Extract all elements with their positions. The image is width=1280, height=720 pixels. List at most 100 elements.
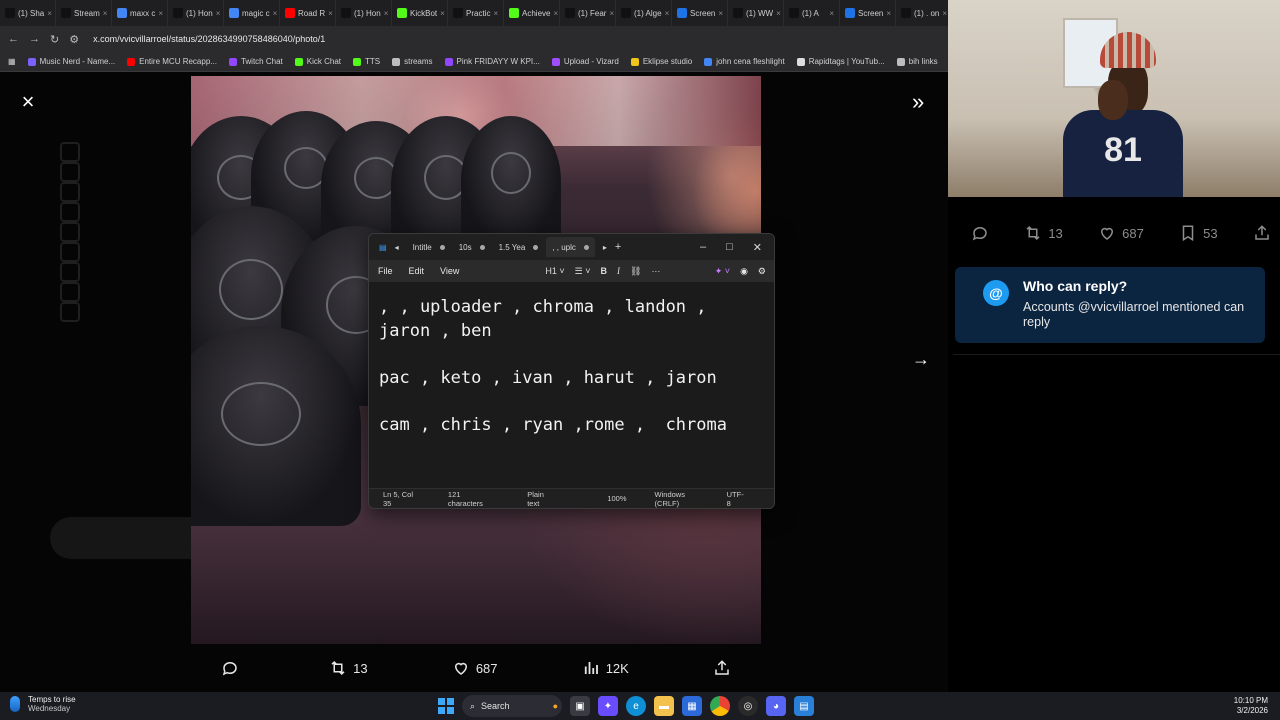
chrome-icon[interactable] xyxy=(710,696,730,716)
maximize-icon[interactable]: □ xyxy=(726,241,733,254)
close-tab-icon[interactable]: × xyxy=(273,9,278,18)
weather-widget[interactable]: Temps to rise Wednesday xyxy=(10,695,76,713)
notepad-taskbar-icon[interactable]: ▤ xyxy=(794,696,814,716)
next-photo-icon[interactable]: → xyxy=(912,349,930,370)
copilot-icon[interactable]: ✦ ˅ xyxy=(715,266,730,277)
url-field[interactable]: x.com/vvicvillarroel/status/202863499075… xyxy=(93,34,325,44)
browser-tab[interactable]: Screen × xyxy=(672,0,728,26)
browser-tab[interactable]: Achieve × xyxy=(504,0,560,26)
like-button[interactable]: 687 xyxy=(452,659,498,677)
close-tab-icon[interactable]: × xyxy=(493,9,498,18)
notepad-tab[interactable]: Intitle xyxy=(407,237,451,257)
bookmark-item[interactable]: bih links xyxy=(896,57,938,66)
browser-tab[interactable]: (1) Sha × xyxy=(0,0,56,26)
close-tab-icon[interactable]: × xyxy=(216,9,221,18)
close-tab-icon[interactable]: × xyxy=(718,9,723,18)
share-button[interactable] xyxy=(713,659,731,677)
link-icon[interactable]: ⛓ xyxy=(630,266,641,277)
menu-file[interactable]: File xyxy=(378,266,393,276)
status-format[interactable]: Plain text xyxy=(527,490,555,508)
expand-sidebar-icon[interactable]: » xyxy=(912,91,924,113)
close-tab-icon[interactable]: × xyxy=(942,9,947,18)
browser-tab[interactable]: Road R × xyxy=(280,0,336,26)
browser-tab[interactable]: (1) Hon × xyxy=(336,0,392,26)
obs-icon[interactable]: ◎ xyxy=(738,696,758,716)
back-icon[interactable]: ← xyxy=(8,33,19,45)
site-info-icon[interactable]: ⚙ xyxy=(69,33,79,46)
close-tab-icon[interactable]: × xyxy=(609,9,614,18)
list-icon[interactable]: ☰ ˅ xyxy=(575,266,591,277)
windows-start-icon[interactable] xyxy=(438,698,454,714)
tab-scroll-right-icon[interactable]: ▸ xyxy=(603,243,607,252)
close-tab-icon[interactable]: × xyxy=(886,9,891,18)
side-bookmark-button[interactable]: 53 xyxy=(1179,224,1218,242)
browser-tab[interactable]: (1) Fear × xyxy=(560,0,616,26)
browser-tab[interactable]: Screen × xyxy=(840,0,896,26)
browser-tab[interactable]: Stream × xyxy=(56,0,112,26)
notepad-tab[interactable]: 1.5 Yea xyxy=(493,237,545,257)
side-share-button[interactable] xyxy=(1253,224,1271,242)
tab-scroll-left-icon[interactable]: ◂ xyxy=(395,243,399,252)
browser-tab[interactable]: (1) . on × xyxy=(896,0,948,26)
settings-gear-icon[interactable]: ⚙ xyxy=(758,266,766,277)
bookmark-item[interactable]: Twitch Chat xyxy=(228,57,283,66)
close-tab-icon[interactable]: × xyxy=(384,9,389,18)
reply-button[interactable] xyxy=(221,659,245,677)
close-photo-icon[interactable]: × xyxy=(18,91,38,113)
system-clock[interactable]: 10:10 PM 3/2/2026 xyxy=(1234,696,1268,716)
new-tab-icon[interactable]: + xyxy=(615,241,621,253)
side-reply-button[interactable] xyxy=(971,224,989,242)
browser-tab[interactable]: (1) Hon × xyxy=(168,0,224,26)
store-icon[interactable]: ▦ xyxy=(682,696,702,716)
taskbar-search[interactable]: ⌕ Search ● xyxy=(462,695,562,717)
notepad-tab[interactable]: , , uplc xyxy=(546,237,595,257)
close-tab-icon[interactable]: × xyxy=(158,9,163,18)
account-icon[interactable]: ◉ xyxy=(740,266,748,277)
bookmark-item[interactable]: Music Nerd - Name... xyxy=(27,57,115,66)
bookmark-item[interactable]: Upload - Vizard xyxy=(551,57,619,66)
browser-tab[interactable]: maxx c × xyxy=(112,0,168,26)
notepad-window[interactable]: ▤ ◂ Intitle 10s 1.5 Yea, , uplc ▸ + – □ ✕ … xyxy=(368,233,775,509)
notepad-text-area[interactable]: , , uploader , chroma , landon , jaron , … xyxy=(369,282,774,490)
bookmark-item[interactable]: Eklipse studio xyxy=(630,57,692,66)
bookmark-item[interactable]: Kick Chat xyxy=(294,57,341,66)
more-icon[interactable]: ··· xyxy=(651,266,660,276)
forward-icon[interactable]: → xyxy=(29,33,40,45)
task-view-icon[interactable]: ▣ xyxy=(570,696,590,716)
status-line-ending[interactable]: Windows (CRLF) xyxy=(655,490,707,508)
heading-dropdown[interactable]: H1 ˅ xyxy=(545,266,564,276)
repost-button[interactable]: 13 xyxy=(329,659,368,677)
close-tab-icon[interactable]: × xyxy=(440,9,445,18)
discord-icon[interactable]: ◕ xyxy=(766,696,786,716)
browser-tab[interactable]: (1) WW × xyxy=(728,0,784,26)
close-tab-icon[interactable]: × xyxy=(829,9,834,18)
italic-icon[interactable]: I xyxy=(617,266,620,276)
menu-edit[interactable]: Edit xyxy=(409,266,425,276)
status-zoom[interactable]: 100% xyxy=(607,494,626,503)
bookmark-item[interactable]: streams xyxy=(392,57,433,66)
views-button[interactable]: 12K xyxy=(582,659,629,677)
apps-grid-icon[interactable]: ▦ xyxy=(8,57,16,66)
side-repost-button[interactable]: 13 xyxy=(1024,224,1063,242)
bold-icon[interactable]: B xyxy=(601,266,608,276)
side-like-button[interactable]: 687 xyxy=(1098,224,1144,242)
close-tab-icon[interactable]: × xyxy=(665,9,670,18)
browser-tab[interactable]: (1) A × xyxy=(784,0,840,26)
menu-view[interactable]: View xyxy=(440,266,459,276)
copilot-icon[interactable]: ✦ xyxy=(598,696,618,716)
bookmark-item[interactable]: john cena fleshlight xyxy=(704,57,785,66)
close-tab-icon[interactable]: × xyxy=(47,9,52,18)
bookmark-item[interactable]: TTS xyxy=(352,57,380,66)
reload-icon[interactable]: ↻ xyxy=(50,33,59,46)
bookmark-item[interactable]: Pink FRIDAYY W KPI... xyxy=(444,57,540,66)
minimize-icon[interactable]: – xyxy=(700,241,706,254)
bookmark-item[interactable]: Rapidtags | YouTub... xyxy=(796,57,885,66)
browser-tab[interactable]: magic c × xyxy=(224,0,280,26)
notepad-tab[interactable]: 10s xyxy=(453,237,491,257)
edge-icon[interactable]: e xyxy=(626,696,646,716)
browser-tab[interactable]: KickBot × xyxy=(392,0,448,26)
status-encoding[interactable]: UTF-8 xyxy=(727,490,746,508)
browser-tab[interactable]: Practic × xyxy=(448,0,504,26)
browser-tab[interactable]: (1) Alge × xyxy=(616,0,672,26)
close-tab-icon[interactable]: × xyxy=(553,9,558,18)
